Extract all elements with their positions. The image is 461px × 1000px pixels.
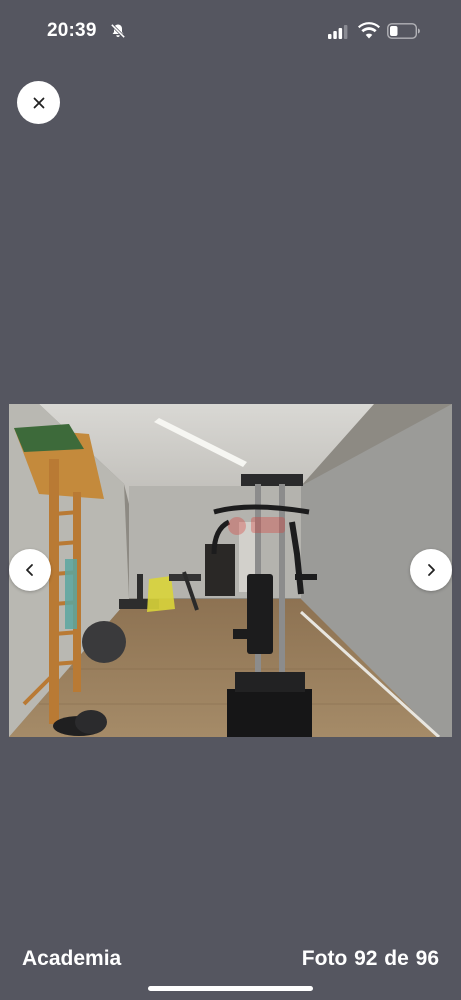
status-bar: 20:39 xyxy=(0,0,461,60)
chevron-right-icon xyxy=(428,564,435,576)
photo-caption: Academia xyxy=(22,947,122,970)
home-indicator[interactable] xyxy=(148,986,313,991)
photo-counter: Foto 92 de 96 xyxy=(301,947,439,970)
next-photo-button[interactable] xyxy=(410,549,452,591)
bell-slash-icon xyxy=(110,23,126,39)
gallery-photo[interactable] xyxy=(9,404,452,737)
wifi-icon xyxy=(358,22,380,39)
cellular-signal-icon xyxy=(328,25,348,39)
close-icon xyxy=(33,97,44,108)
gym-photo xyxy=(9,404,452,737)
chevron-left-icon xyxy=(26,564,33,576)
status-time: 20:39 xyxy=(47,20,97,41)
battery-icon xyxy=(387,23,420,39)
previous-photo-button[interactable] xyxy=(9,549,51,591)
close-button[interactable] xyxy=(17,81,60,124)
